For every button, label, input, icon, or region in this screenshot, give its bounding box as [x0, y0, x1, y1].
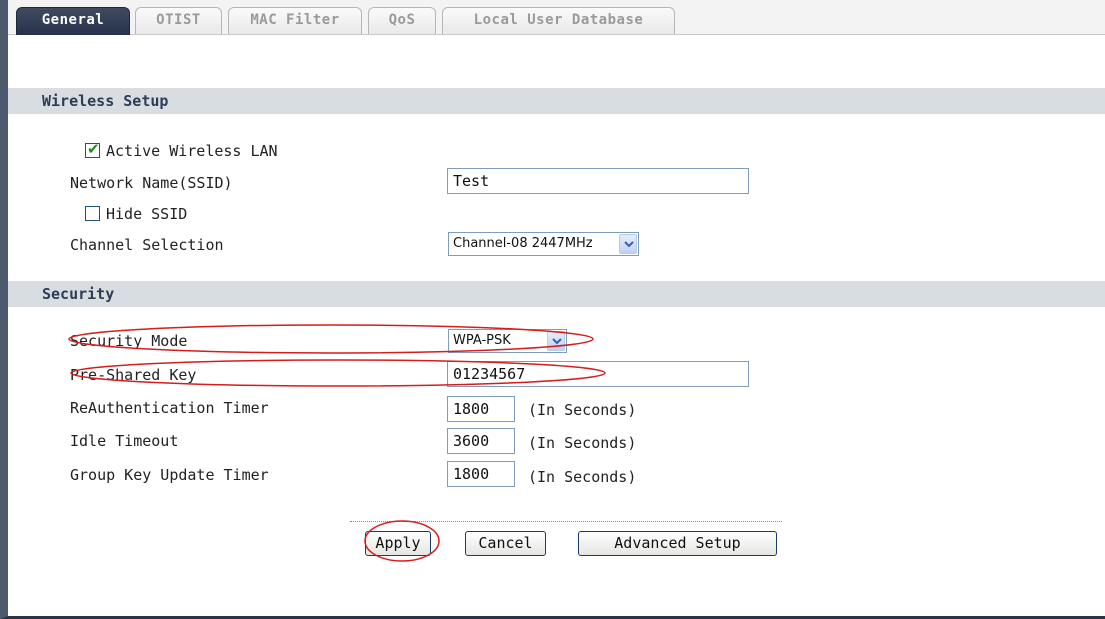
reauth-timer-label: ReAuthentication Timer	[70, 399, 269, 417]
advanced-setup-button[interactable]: Advanced Setup	[578, 531, 777, 556]
wireless-setup-header: Wireless Setup	[8, 88, 1105, 114]
idle-timeout-unit: (In Seconds)	[528, 434, 637, 452]
main-panel: General OTIST MAC Filter QoS Local User …	[0, 0, 1105, 619]
security-header: Security	[8, 281, 1105, 307]
group-key-timer-label: Group Key Update Timer	[70, 466, 269, 484]
channel-select[interactable]: Channel-08 2447MHz	[448, 232, 639, 256]
ssid-input[interactable]: Test	[447, 168, 749, 194]
channel-selection-label: Channel Selection	[70, 236, 224, 254]
tab-qos[interactable]: QoS	[368, 7, 436, 34]
apply-button[interactable]: Apply	[365, 531, 431, 556]
idle-timeout-input[interactable]: 3600	[447, 428, 515, 454]
chevron-down-icon[interactable]	[547, 331, 565, 351]
tab-bar: General OTIST MAC Filter QoS Local User …	[8, 0, 1105, 35]
ssid-label: Network Name(SSID)	[70, 174, 233, 192]
checkmark-icon: ✔	[87, 140, 100, 158]
idle-timeout-label: Idle Timeout	[70, 432, 179, 450]
pre-shared-key-label: Pre-Shared Key	[70, 366, 197, 384]
hide-ssid-checkbox[interactable]	[85, 206, 100, 221]
tab-otist[interactable]: OTIST	[135, 7, 222, 34]
security-mode-label: Security Mode	[70, 332, 188, 350]
cancel-button[interactable]: Cancel	[465, 531, 546, 556]
pre-shared-key-input[interactable]: 01234567	[447, 361, 749, 387]
reauth-timer-input[interactable]: 1800	[447, 396, 515, 422]
divider	[350, 521, 782, 522]
tab-local-user-database[interactable]: Local User Database	[442, 7, 675, 34]
tab-general[interactable]: General	[16, 7, 130, 35]
security-mode-select[interactable]: WPA-PSK	[448, 329, 567, 353]
group-key-timer-input[interactable]: 1800	[447, 461, 515, 487]
active-wireless-lan-label: Active Wireless LAN	[106, 142, 278, 160]
tab-mac-filter[interactable]: MAC Filter	[228, 7, 362, 34]
chevron-down-icon[interactable]	[619, 234, 637, 254]
hide-ssid-label: Hide SSID	[106, 205, 188, 223]
active-wireless-lan-checkbox[interactable]: ✔	[85, 140, 100, 158]
group-key-timer-unit: (In Seconds)	[528, 468, 637, 486]
security-mode-value: WPA-PSK	[453, 333, 511, 348]
reauth-timer-unit: (In Seconds)	[528, 401, 637, 419]
channel-select-value: Channel-08 2447MHz	[453, 236, 593, 251]
